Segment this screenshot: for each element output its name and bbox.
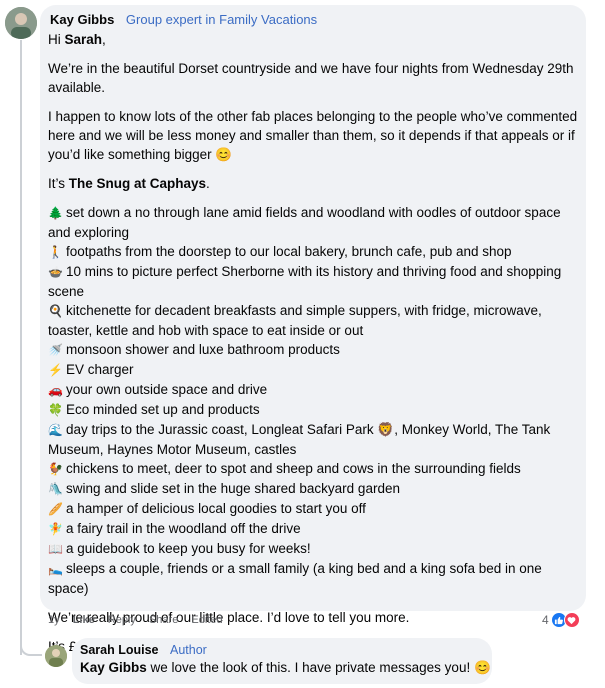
- feature-text: 10 mins to picture perfect Sherborne wit…: [48, 264, 562, 299]
- profile-photo-icon: [5, 7, 37, 39]
- food-pot-icon: 🍲: [48, 265, 63, 279]
- clover-icon: 🍀: [48, 403, 63, 417]
- edited-label[interactable]: Edited: [191, 614, 222, 626]
- comment-body: Hi Sarah, We’re in the beautiful Dorset …: [48, 30, 578, 666]
- feature-text: swing and slide set in the huge shared b…: [66, 481, 400, 496]
- feature-text: sleeps a couple, friends or a small fami…: [48, 561, 542, 596]
- feature-text: a fairy trail in the woodland off the dr…: [66, 521, 301, 536]
- feature-text: chickens to meet, deer to spot and sheep…: [66, 461, 521, 476]
- author-badge[interactable]: Group expert in Family Vacations: [126, 12, 317, 27]
- feature-text: day trips to the Jurassic coast, Longlea…: [48, 422, 551, 457]
- car-icon: 🚗: [48, 383, 63, 397]
- greeting-name: Sarah: [64, 32, 103, 47]
- feature-item: 🛝 swing and slide set in the huge shared …: [48, 479, 578, 499]
- comment-author[interactable]: Kay Gibbs: [50, 12, 114, 27]
- feature-item: 🧚 a fairy trail in the woodland off the d…: [48, 519, 578, 539]
- property-name: The Snug at Caphays: [68, 176, 207, 191]
- paragraph-availability: We’re in the beautiful Dorset countrysid…: [48, 61, 574, 95]
- greeting-prefix: Hi: [48, 32, 65, 47]
- share-button[interactable]: Share: [149, 614, 178, 626]
- reaction-summary[interactable]: 4: [542, 612, 580, 628]
- feature-text: EV charger: [66, 362, 134, 377]
- rooster-icon: 🐓: [48, 462, 63, 476]
- feature-item: 🌊 day trips to the Jurassic coast, Longle…: [48, 420, 578, 459]
- reaction-count: 4: [542, 613, 549, 627]
- feature-item: 🛌 sleeps a couple, friends or a small fam…: [48, 559, 578, 598]
- comment-actions: 1y Like Reply Share Edited: [48, 614, 233, 626]
- frying-pan-icon: 🍳: [48, 304, 63, 318]
- reply-text: we love the look of this. I have private…: [146, 660, 491, 675]
- property-intro: It’s The Snug at Caphays.: [48, 174, 578, 193]
- feature-item: ⚡ EV charger: [48, 360, 578, 380]
- fairy-icon: 🧚: [48, 522, 63, 536]
- avatar[interactable]: [5, 7, 37, 39]
- reply-button[interactable]: Reply: [108, 614, 136, 626]
- feature-item: 📖 a guidebook to keep you busy for weeks!: [48, 539, 578, 559]
- like-button[interactable]: Like: [73, 614, 95, 626]
- feature-item: 🍀 Eco minded set up and products: [48, 400, 578, 420]
- feature-text: monsoon shower and luxe bathroom product…: [66, 342, 340, 357]
- comment-time[interactable]: 1y: [48, 614, 60, 626]
- feature-text: kitchenette for decadent breakfasts and …: [48, 303, 542, 338]
- baguette-icon: 🥖: [48, 502, 63, 516]
- tree-icon: 🌲: [48, 206, 63, 220]
- love-reaction-icon: [563, 612, 580, 628]
- walking-icon: 🚶: [48, 245, 63, 259]
- greeting-suffix: ,: [102, 32, 106, 47]
- feature-item: 🌲 set down a no through lane amid fields …: [48, 203, 578, 242]
- feature-text: a hamper of delicious local goodies to s…: [66, 501, 366, 516]
- feature-text: your own outside space and drive: [66, 382, 268, 397]
- wave-icon: 🌊: [48, 423, 63, 437]
- reply-header: Sarah Louise Author: [80, 643, 207, 657]
- intro-prefix: It’s: [48, 176, 69, 191]
- feature-item: 🍳 kitchenette for decadent breakfasts and…: [48, 301, 578, 340]
- feature-item: 🚗 your own outside space and drive: [48, 380, 578, 400]
- reply-author[interactable]: Sarah Louise: [80, 643, 159, 657]
- feature-text: Eco minded set up and products: [66, 402, 260, 417]
- lightning-icon: ⚡: [48, 363, 63, 377]
- shower-icon: 🚿: [48, 343, 63, 357]
- feature-list: 🌲 set down a no through lane amid fields …: [48, 203, 578, 598]
- bed-icon: 🛌: [48, 562, 63, 576]
- slide-icon: 🛝: [48, 482, 63, 496]
- feature-item: 🚿 monsoon shower and luxe bathroom produc…: [48, 340, 578, 360]
- feature-item: 🍲 10 mins to picture perfect Sherborne wi…: [48, 262, 578, 301]
- reply-avatar[interactable]: [45, 645, 67, 667]
- feature-text: set down a no through lane amid fields a…: [48, 205, 561, 240]
- feature-item: 🚶 footpaths from the doorstep to our loca…: [48, 242, 578, 262]
- comment-header: Kay Gibbs Group expert in Family Vacatio…: [50, 12, 317, 27]
- thread-line: [20, 40, 22, 655]
- feature-item: 🥖 a hamper of delicious local goodies to …: [48, 499, 578, 519]
- reply-author-badge[interactable]: Author: [170, 643, 207, 657]
- greeting: Hi Sarah,: [48, 30, 578, 49]
- paragraph-comparison: I happen to know lots of the other fab p…: [48, 109, 578, 162]
- mention-link[interactable]: Kay Gibbs: [80, 660, 147, 675]
- intro-suffix: .: [206, 176, 210, 191]
- thread-connector: [20, 640, 42, 656]
- profile-photo-icon: [45, 645, 67, 667]
- reply-body: Kay Gibbs we love the look of this. I ha…: [80, 660, 491, 676]
- feature-text: footpaths from the doorstep to our local…: [66, 244, 512, 259]
- feature-item: 🐓 chickens to meet, deer to spot and shee…: [48, 459, 578, 479]
- book-icon: 📖: [48, 542, 63, 556]
- feature-text: a guidebook to keep you busy for weeks!: [66, 541, 311, 556]
